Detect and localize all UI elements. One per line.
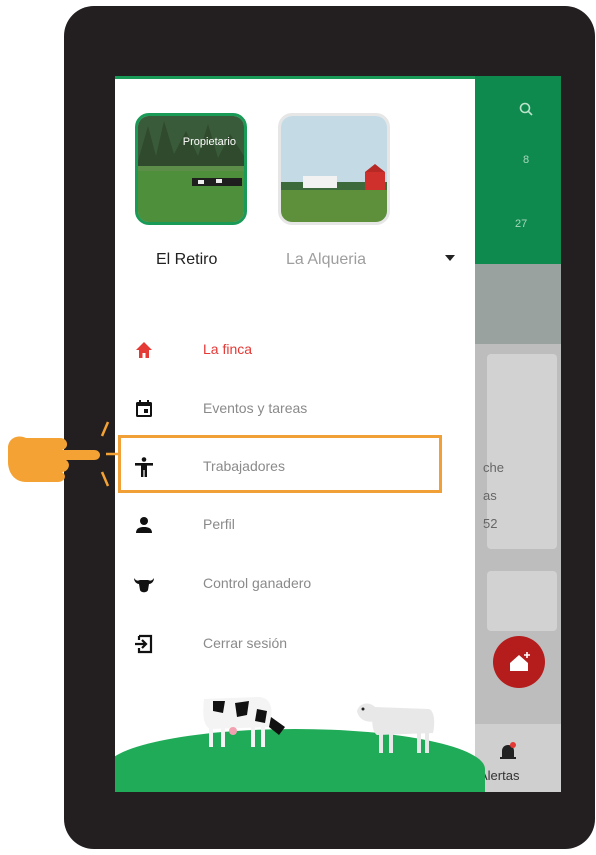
bg-header-number: 27 [515,218,528,230]
bg-card-text: 52 [483,516,498,531]
pointing-hand-icon [8,421,118,487]
farm-name-la-alqueria[interactable]: La Alqueria [286,251,366,269]
home-icon [136,342,152,358]
nav-alerts-label[interactable]: Alertas [479,768,519,783]
bg-header [475,76,561,264]
brahman-cow-illustration [357,703,435,753]
bg-card [487,571,557,631]
add-farm-fab[interactable] [493,636,545,688]
menu-item-label: Eventos y tareas [203,400,308,416]
menu-item-cerrar-sesion[interactable]: Cerrar sesión [115,623,455,663]
menu-item-la-finca[interactable]: La finca [115,329,455,369]
menu-item-label: La finca [203,341,253,357]
farm-card-el-retiro[interactable]: Propietario [135,113,247,225]
bell-icon[interactable] [499,742,517,762]
owner-badge: Propietario [182,136,236,148]
bg-header-number: 8 [523,154,530,166]
cow-head-icon [134,578,154,593]
bg-card-text: as [483,488,497,503]
search-icon[interactable] [519,102,533,116]
highlight-box [118,435,442,493]
farm-photo [281,116,387,222]
menu-item-perfil[interactable]: Perfil [115,504,455,544]
menu-item-label: Control ganadero [203,575,312,591]
menu-item-control-ganadero[interactable]: Control ganadero [115,563,455,603]
navigation-drawer: Propietario El Retiro La Alqueria La fin… [115,76,485,792]
farm-photo [138,116,244,222]
house-plus-icon [510,652,530,671]
farm-card-la-alqueria[interactable] [278,113,390,225]
menu-item-label: Perfil [203,516,235,532]
chevron-down-icon[interactable] [445,255,455,261]
bg-card [487,354,557,549]
farm-name-el-retiro[interactable]: El Retiro [156,251,217,269]
app-screen: 8 27 che as 52 Alertas Propietario El Re… [115,76,561,792]
calendar-icon [136,400,152,417]
logout-icon [135,634,153,654]
menu-item-eventos[interactable]: Eventos y tareas [115,388,455,428]
holstein-cow-illustration [203,697,285,747]
bg-card-text: che [483,460,504,475]
person-icon [136,517,152,533]
bg-banner [475,264,561,344]
menu-item-label: Cerrar sesión [203,635,288,651]
